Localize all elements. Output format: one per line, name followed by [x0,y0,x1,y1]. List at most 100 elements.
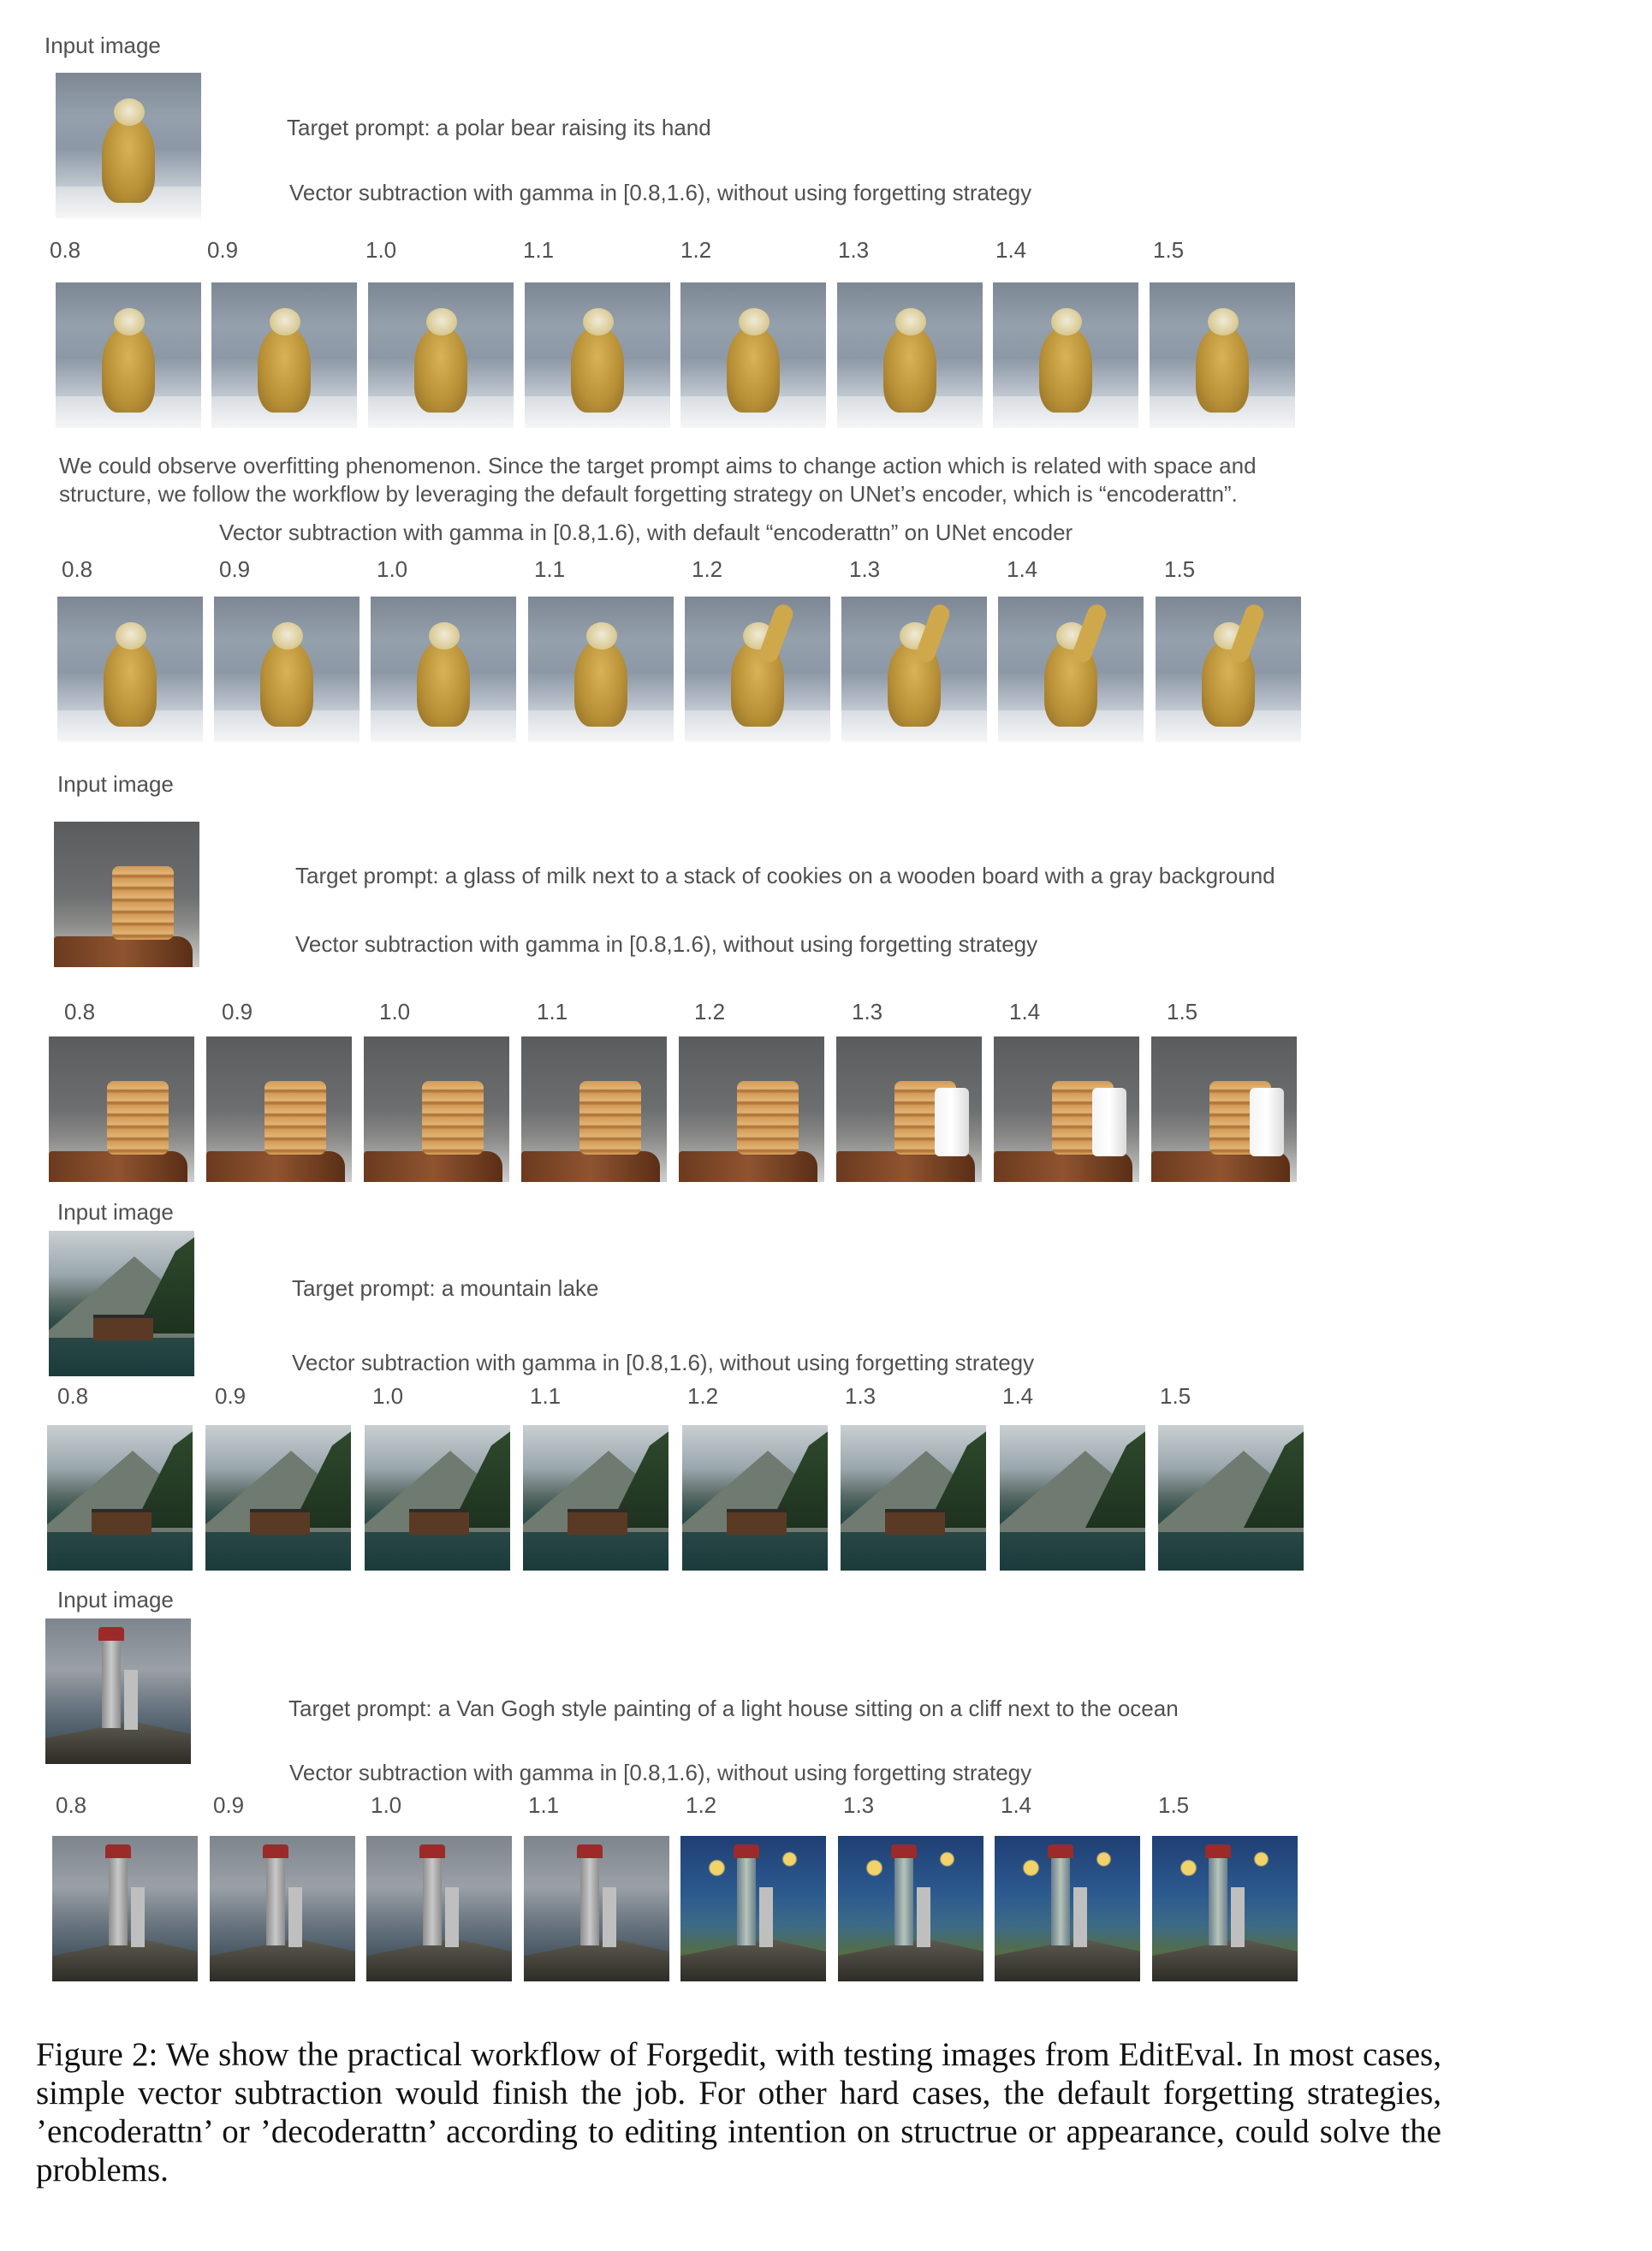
result-image [368,282,514,428]
result-image [371,597,516,742]
gamma-label: 1.5 [1167,999,1198,1025]
result-image [1158,1425,1304,1571]
result-image [1156,597,1301,742]
gamma-label: 1.3 [845,1383,877,1409]
gamma-label: 1.2 [680,237,712,263]
gamma-label: 1.2 [692,556,723,582]
result-image [364,1036,509,1182]
vector-subtraction-label: Vector subtraction with gamma in [0.8,1.… [289,1760,1032,1785]
gamma-label: 1.2 [687,1383,719,1409]
result-image [214,597,360,742]
gamma-label: 1.4 [1001,1792,1032,1818]
gamma-label: 1.2 [686,1792,717,1818]
gamma-label: 0.9 [222,999,253,1025]
gamma-label: 0.8 [50,237,81,263]
result-image [528,597,674,742]
result-image [841,597,987,742]
gamma-label: 1.5 [1153,237,1185,263]
gamma-label: 1.3 [852,999,883,1025]
target-prompt: Target prompt: a Van Gogh style painting… [288,1696,1179,1721]
target-prompt: Target prompt: a polar bear raising its … [287,115,711,140]
input-image-label: Input image [45,33,161,58]
result-image [206,1036,352,1182]
figure-caption: Figure 2: We show the practical workflow… [36,2036,1441,2189]
input-image-label: Input image [57,771,174,797]
gamma-label: 0.9 [219,556,251,582]
result-image [521,1036,667,1182]
result-image [56,282,201,428]
result-image [994,1036,1139,1182]
gamma-label: 1.3 [838,237,870,263]
vector-subtraction-encoderattn-label: Vector subtraction with gamma in [0.8,1.… [219,520,1073,545]
gamma-label: 1.0 [379,999,411,1025]
result-image [1152,1836,1298,1981]
gamma-label: 0.8 [62,556,93,582]
result-image [49,1036,194,1182]
gamma-label: 1.5 [1164,556,1196,582]
result-image [993,282,1138,428]
result-image [682,1425,828,1571]
target-prompt: Target prompt: a glass of milk next to a… [295,863,1275,888]
gamma-label: 1.0 [377,556,408,582]
gamma-label: 1.1 [530,1383,562,1409]
gamma-label: 0.9 [207,237,239,263]
input-image-polar-bear [56,73,201,218]
gamma-label: 1.0 [371,1792,402,1818]
gamma-label: 0.9 [213,1792,245,1818]
gamma-label: 1.4 [1007,556,1038,582]
input-image-cookies [54,822,199,967]
result-image [836,1036,982,1182]
result-image [57,597,203,742]
result-image [525,282,670,428]
gamma-label: 0.8 [57,1383,89,1409]
overfitting-note-line-2: structure, we follow the workflow by lev… [59,481,1238,507]
result-image [210,1836,355,1981]
result-image [365,1425,510,1571]
vector-subtraction-label: Vector subtraction with gamma in [0.8,1.… [292,1350,1035,1375]
gamma-label: 1.4 [995,237,1027,263]
input-image-mountain-lake [49,1231,194,1376]
result-image [679,1036,824,1182]
result-image [524,1836,669,1981]
result-image [52,1836,198,1981]
gamma-label: 1.1 [523,237,555,263]
result-image [47,1425,193,1571]
gamma-label: 1.4 [1002,1383,1034,1409]
gamma-label: 1.3 [843,1792,875,1818]
result-image [211,282,357,428]
result-image [680,1836,826,1981]
gamma-label: 0.9 [215,1383,247,1409]
gamma-label: 1.1 [528,1792,560,1818]
gamma-label: 1.1 [537,999,568,1025]
result-image [205,1425,351,1571]
input-image-lighthouse [45,1618,191,1764]
result-image [680,282,826,428]
result-image [838,1836,983,1981]
gamma-label: 1.3 [849,556,881,582]
result-image [366,1836,512,1981]
result-image [841,1425,986,1571]
overfitting-note-line-1: We could observe overfitting phenomenon.… [59,453,1257,478]
result-image [685,597,830,742]
result-image [1151,1036,1297,1182]
gamma-label: 1.4 [1009,999,1041,1025]
gamma-label: 1.1 [534,556,566,582]
gamma-label: 1.0 [372,1383,404,1409]
result-image [837,282,983,428]
result-image [1000,1425,1145,1571]
gamma-label: 1.2 [694,999,726,1025]
input-image-label: Input image [57,1587,174,1613]
gamma-label: 0.8 [64,999,96,1025]
gamma-label: 1.5 [1158,1792,1190,1818]
result-image [523,1425,669,1571]
vector-subtraction-label: Vector subtraction with gamma in [0.8,1.… [289,180,1032,205]
gamma-label: 1.0 [365,237,397,263]
result-image [998,597,1144,742]
input-image-label: Input image [57,1199,174,1225]
gamma-label: 0.8 [56,1792,87,1818]
result-image [995,1836,1140,1981]
vector-subtraction-label: Vector subtraction with gamma in [0.8,1.… [295,931,1038,957]
gamma-label: 1.5 [1160,1383,1191,1409]
result-image [1150,282,1295,428]
target-prompt: Target prompt: a mountain lake [292,1275,599,1301]
